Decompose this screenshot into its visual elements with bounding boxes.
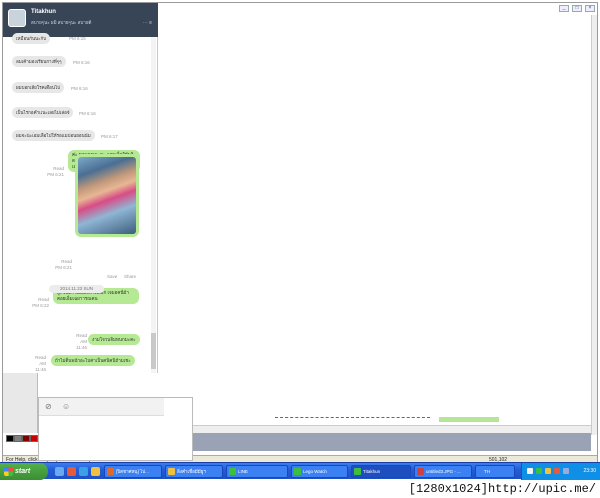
message-time: AM 11:46 — [76, 339, 87, 350]
browser-icon[interactable] — [67, 467, 76, 476]
incoming-message: เป็นไรกอคำเเนะเลยไม่เล่อจั — [12, 107, 74, 118]
ie-icon[interactable] — [79, 467, 88, 476]
palette-swatch[interactable] — [14, 435, 22, 442]
palette-swatch[interactable] — [6, 435, 14, 442]
palette-swatch[interactable] — [22, 435, 30, 442]
vertical-scrollbar[interactable] — [591, 15, 597, 435]
taskbar-item-label: [ปิดชาศหนุ] ไป... — [116, 469, 149, 474]
tray-icon[interactable] — [527, 468, 533, 474]
volume-icon[interactable] — [563, 468, 569, 474]
message-time: PM 6:16 — [71, 86, 88, 91]
contact-name: Titakhun — [31, 9, 56, 15]
show-desktop-icon[interactable] — [55, 467, 64, 476]
start-button[interactable]: start — [0, 463, 48, 480]
message-meta: Read AM 11:46 — [69, 333, 87, 351]
line-chat-window: Titakhun สบายๆนะ ผมิ สบายๆนะ สบายดี ⋯ ≡ … — [3, 3, 158, 373]
folder-icon[interactable] — [91, 467, 100, 476]
message-time: PM 6:22 — [32, 303, 49, 308]
taskbar-item-active[interactable]: Titakhun — [351, 465, 411, 478]
message-meta: Read PM 6:22 — [31, 297, 49, 309]
close-button[interactable]: × — [585, 5, 595, 12]
folder-icon — [168, 468, 175, 475]
line-tray-icon[interactable] — [536, 468, 542, 474]
taskbar-item-label: Titakhun — [363, 469, 381, 474]
taskbar-item[interactable]: สิ่งคำเชื่อมีมียูฯ — [165, 465, 223, 478]
tray-icon[interactable] — [554, 468, 560, 474]
message-time: PM 6:16 — [79, 111, 96, 116]
maximize-button[interactable]: □ — [572, 5, 582, 12]
language-bar[interactable]: TH — [475, 465, 515, 478]
taskbar: start [ปิดชาศหนุ] ไป... สิ่งคำเชื่อมีมีย… — [0, 462, 600, 480]
canvas-green-block — [439, 417, 499, 422]
palette-swatch[interactable] — [30, 435, 38, 442]
taskbar-item-label: untitled3.JPG - ... — [426, 469, 461, 474]
message-meta: Read AM 11:46 — [28, 355, 46, 373]
incoming-message: ผมจะน่ะเ่อมเลือไปให้รอแมบ่อนยอนนัม — [12, 130, 95, 141]
date-separator: 2014.11.23 SUN — [49, 285, 104, 293]
outgoing-message: งามโจวนจิมทนกมะคะ — [88, 334, 140, 345]
tool-box[interactable] — [3, 371, 38, 433]
line-icon — [294, 468, 301, 475]
message-input-area[interactable]: ⊘ ☺ — [38, 397, 193, 461]
clock[interactable]: 23:30 — [583, 463, 596, 480]
taskbar-item[interactable]: [ปิดชาศหนุ] ไป... — [104, 465, 162, 478]
photo-message[interactable] — [75, 154, 139, 237]
taskbar-item[interactable]: untitled3.JPG - ... — [414, 465, 472, 478]
message-meta: Read PM 6:21 — [54, 259, 72, 271]
line-icon — [354, 468, 361, 475]
message-time: PM 6:17 — [101, 134, 118, 139]
status-message: สบายๆนะ ผมิ สบายๆนะ สบายดี — [31, 20, 92, 25]
taskbar-item-label: LINE — [238, 469, 249, 474]
selection-marquee — [275, 417, 430, 418]
image-footer: [1280x1024]http://upic.me/ — [0, 480, 600, 498]
message-time: PM 6:21 — [47, 172, 64, 177]
paint-titlebar: _ □ × — [158, 3, 597, 15]
share-link[interactable]: Share — [124, 274, 136, 279]
chat-scrollbar[interactable] — [151, 37, 156, 373]
system-tray: 23:30 — [521, 463, 600, 480]
message-time: AM 11:46 — [35, 361, 46, 372]
screenshot-frame: _ □ × For Help, click Help Topics on the… — [2, 2, 598, 481]
watermark-text: [1280x1024]http://upic.me/ — [408, 482, 596, 496]
chat-scrollbar-thumb[interactable] — [151, 333, 156, 369]
chat-header: Titakhun สบายๆนะ ผมิ สบายๆนะ สบายดี ⋯ ≡ — [3, 3, 158, 37]
color-palette[interactable] — [6, 435, 38, 442]
message-meta: Read PM 6:21 — [46, 166, 64, 178]
message-time: PM 6:15 — [69, 36, 86, 41]
taskbar-item-label: สิ่งคำเชื่อมีมียูฯ — [177, 469, 206, 474]
header-menu-icon[interactable]: ⋯ ≡ — [143, 20, 152, 26]
save-link[interactable]: Save — [107, 274, 117, 279]
message-time: PM 6:21 — [55, 265, 72, 270]
input-toolbar: ⊘ ☺ — [39, 398, 164, 416]
tray-icon[interactable] — [545, 468, 551, 474]
emoji-icon[interactable]: ☺ — [62, 402, 70, 411]
message-time: PM 6:16 — [73, 60, 90, 65]
windows-logo-icon — [4, 467, 13, 476]
language-indicator: TH — [484, 469, 490, 474]
app-icon — [107, 468, 114, 475]
incoming-message: ลมเค้ามองเรียนกางพี่ๆๆ — [12, 56, 66, 67]
paint-icon — [417, 468, 424, 475]
avatar[interactable] — [8, 9, 26, 27]
incoming-message: ผมบอกเลียโรคเดือนไป — [12, 82, 65, 93]
taskbar-item[interactable]: Lego Watch — [291, 465, 348, 478]
paperclip-icon[interactable]: ⊘ — [45, 402, 52, 411]
photo-thumbnail[interactable] — [78, 157, 136, 234]
taskbar-item[interactable]: LINE — [226, 465, 288, 478]
minimize-button[interactable]: _ — [559, 5, 569, 12]
start-label: start — [15, 468, 31, 475]
incoming-message: เหมือนกันนะกับ — [12, 33, 51, 44]
outgoing-message: ถ้าไม่ติ่นพน้าอะไปค่าเป็นคนิคนิถ้ามเชะ — [51, 355, 135, 366]
line-icon — [229, 468, 236, 475]
taskbar-item-label: Lego Watch — [303, 469, 327, 474]
